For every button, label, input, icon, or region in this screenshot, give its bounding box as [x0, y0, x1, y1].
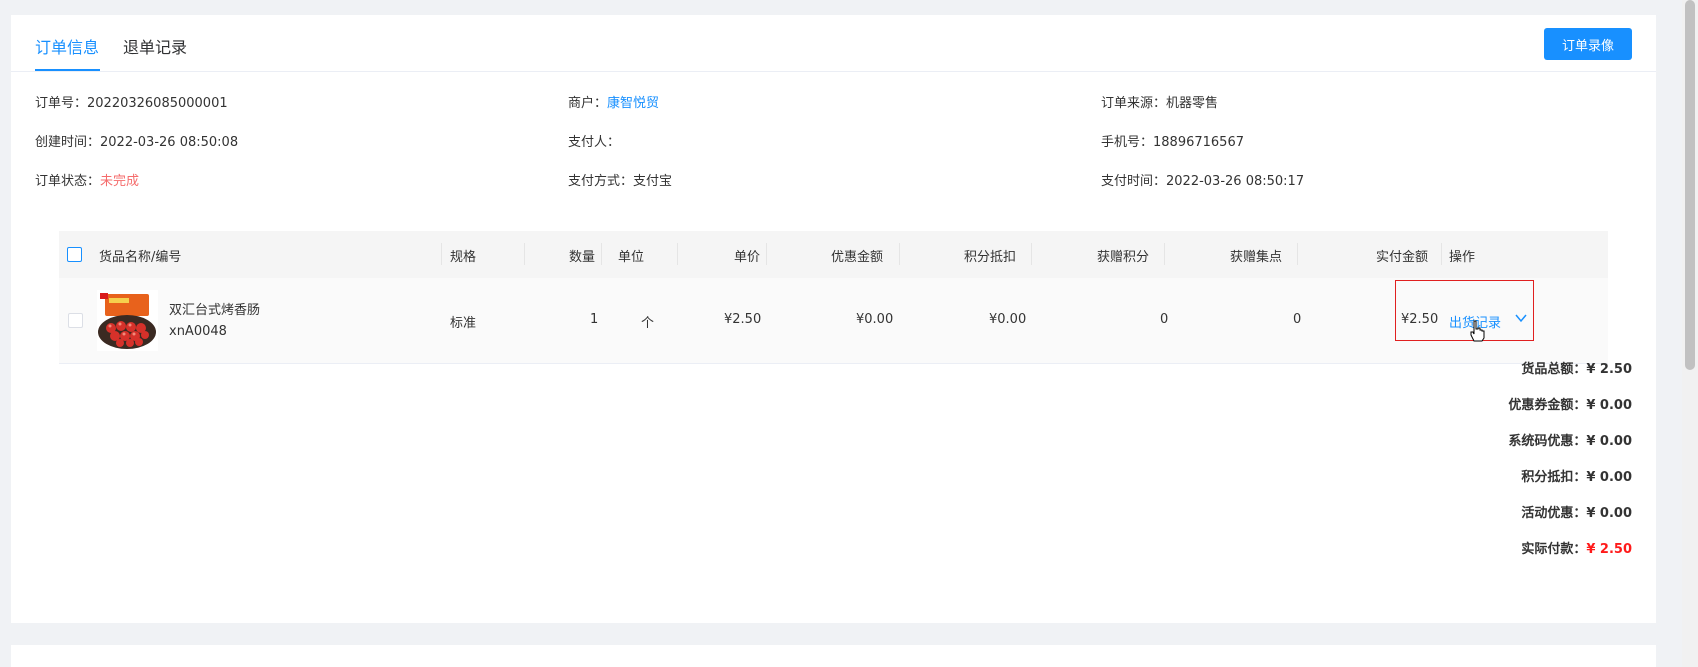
col-divider	[1297, 243, 1298, 265]
tab-refund-records[interactable]: 退单记录	[123, 34, 187, 58]
col-header-name: 货品名称/编号	[99, 250, 182, 265]
pay-method-field: 支付方式：支付宝	[568, 170, 672, 189]
col-divider	[441, 243, 442, 265]
secondary-card	[11, 645, 1656, 667]
phone-value: 18896716567	[1153, 135, 1244, 150]
created-value: 2022-03-26 08:50:08	[100, 135, 239, 150]
col-divider	[1031, 243, 1032, 265]
summary-value: ¥ 0.00	[1586, 398, 1632, 413]
created-field: 创建时间：2022-03-26 08:50:08	[35, 131, 238, 150]
phone-label: 手机号：	[1101, 135, 1154, 150]
col-header-qty: 数量	[569, 250, 596, 265]
summary-label: 积分抵扣：	[1521, 470, 1587, 485]
product-code: xnA0048	[169, 324, 227, 339]
payer-field: 支付人：	[568, 131, 620, 150]
product-name: 双汇台式烤香肠	[169, 303, 261, 318]
summary-value: ¥ 2.50	[1586, 542, 1632, 557]
summary-goods-total: 货品总额：¥ 2.50	[1521, 358, 1632, 377]
pay-method-label: 支付方式：	[568, 174, 634, 189]
merchant-field: 商户：康智悦贸	[568, 92, 659, 111]
order-video-button[interactable]: 订单录像	[1544, 28, 1632, 60]
status-value: 未完成	[100, 174, 140, 189]
col-header-gift-points: 获赠积分	[1097, 250, 1150, 265]
product-discount: ¥0.00	[856, 312, 894, 327]
product-thumbnail	[97, 290, 158, 351]
summary-value: ¥ 2.50	[1586, 362, 1632, 377]
table-row: 双汇台式烤香肠 xnA0048 标准 1 个 ¥2.50 ¥0.00 ¥0.00…	[59, 278, 1608, 364]
row-checkbox[interactable]	[68, 313, 83, 328]
summary-value: ¥ 0.00	[1586, 506, 1632, 521]
col-header-paid: 实付金额	[1376, 250, 1429, 265]
pay-time-value: 2022-03-26 08:50:17	[1166, 174, 1305, 189]
payer-label: 支付人：	[568, 135, 621, 150]
tab-order-info[interactable]: 订单信息	[35, 34, 99, 58]
order-no-field: 订单号：20220326085000001	[35, 92, 228, 111]
col-divider	[601, 243, 602, 265]
summary-value: ¥ 0.00	[1586, 434, 1632, 449]
summary-value: ¥ 0.00	[1586, 470, 1632, 485]
col-header-discount: 优惠金额	[831, 250, 884, 265]
active-tab-indicator	[35, 69, 100, 71]
col-divider	[1164, 243, 1165, 265]
summary-activity: 活动优惠：¥ 0.00	[1521, 502, 1632, 521]
chevron-down-icon[interactable]	[1514, 311, 1528, 325]
col-divider	[524, 243, 525, 265]
merchant-label: 商户：	[568, 96, 608, 111]
product-points-deduct: ¥0.00	[989, 312, 1027, 327]
page-scrollbar[interactable]	[1682, 0, 1698, 667]
summary-label: 系统码优惠：	[1508, 434, 1587, 449]
scrollbar-thumb[interactable]	[1685, 0, 1695, 370]
col-divider	[677, 243, 678, 265]
order-no-value: 20220326085000001	[87, 96, 228, 111]
product-qty: 1	[590, 312, 599, 327]
col-header-gift-stamps: 获赠集点	[1230, 250, 1283, 265]
order-detail-card: 订单信息 退单记录 订单录像 订单号：20220326085000001 商户：…	[11, 15, 1656, 623]
summary-label: 优惠券金额：	[1508, 398, 1587, 413]
col-header-price: 单价	[734, 250, 761, 265]
col-header-points-deduct: 积分抵扣	[964, 250, 1017, 265]
summary-coupon: 优惠券金额：¥ 0.00	[1508, 394, 1632, 413]
source-field: 订单来源：机器零售	[1101, 92, 1218, 111]
col-divider	[899, 243, 900, 265]
col-header-action: 操作	[1449, 250, 1476, 265]
col-header-unit: 单位	[618, 250, 645, 265]
product-spec: 标准	[450, 316, 477, 331]
pay-time-field: 支付时间：2022-03-26 08:50:17	[1101, 170, 1304, 189]
merchant-link[interactable]: 康智悦贸	[607, 96, 659, 111]
table-header: 货品名称/编号 规格 数量 单位 单价 优惠金额 积分抵扣 获赠积分 获赠集点 …	[59, 231, 1608, 278]
summary-label: 货品总额：	[1521, 362, 1587, 377]
pay-method-value: 支付宝	[633, 174, 673, 189]
pay-time-label: 支付时间：	[1101, 174, 1167, 189]
source-label: 订单来源：	[1101, 96, 1167, 111]
product-gift-points: 0	[1160, 312, 1169, 327]
col-header-spec: 规格	[450, 250, 477, 265]
col-divider	[766, 243, 767, 265]
summary-label: 活动优惠：	[1521, 506, 1587, 521]
order-no-label: 订单号：	[35, 96, 88, 111]
status-label: 订单状态：	[35, 174, 101, 189]
hand-cursor-icon	[1470, 320, 1485, 342]
product-unit: 个	[641, 316, 655, 331]
product-gift-stamps: 0	[1293, 312, 1302, 327]
tab-bar: 订单信息 退单记录 订单录像	[11, 15, 1656, 72]
summary-actual-paid: 实际付款：¥ 2.50	[1521, 538, 1632, 557]
created-label: 创建时间：	[35, 135, 101, 150]
phone-field: 手机号：18896716567	[1101, 131, 1244, 150]
summary-label: 实际付款：	[1521, 542, 1587, 557]
summary-points-deduct: 积分抵扣：¥ 0.00	[1521, 466, 1632, 485]
status-field: 订单状态：未完成	[35, 170, 139, 189]
col-divider	[1441, 243, 1442, 265]
select-all-checkbox[interactable]	[67, 247, 82, 262]
summary-system-code: 系统码优惠：¥ 0.00	[1508, 430, 1632, 449]
source-value: 机器零售	[1166, 96, 1219, 111]
product-price: ¥2.50	[724, 312, 762, 327]
